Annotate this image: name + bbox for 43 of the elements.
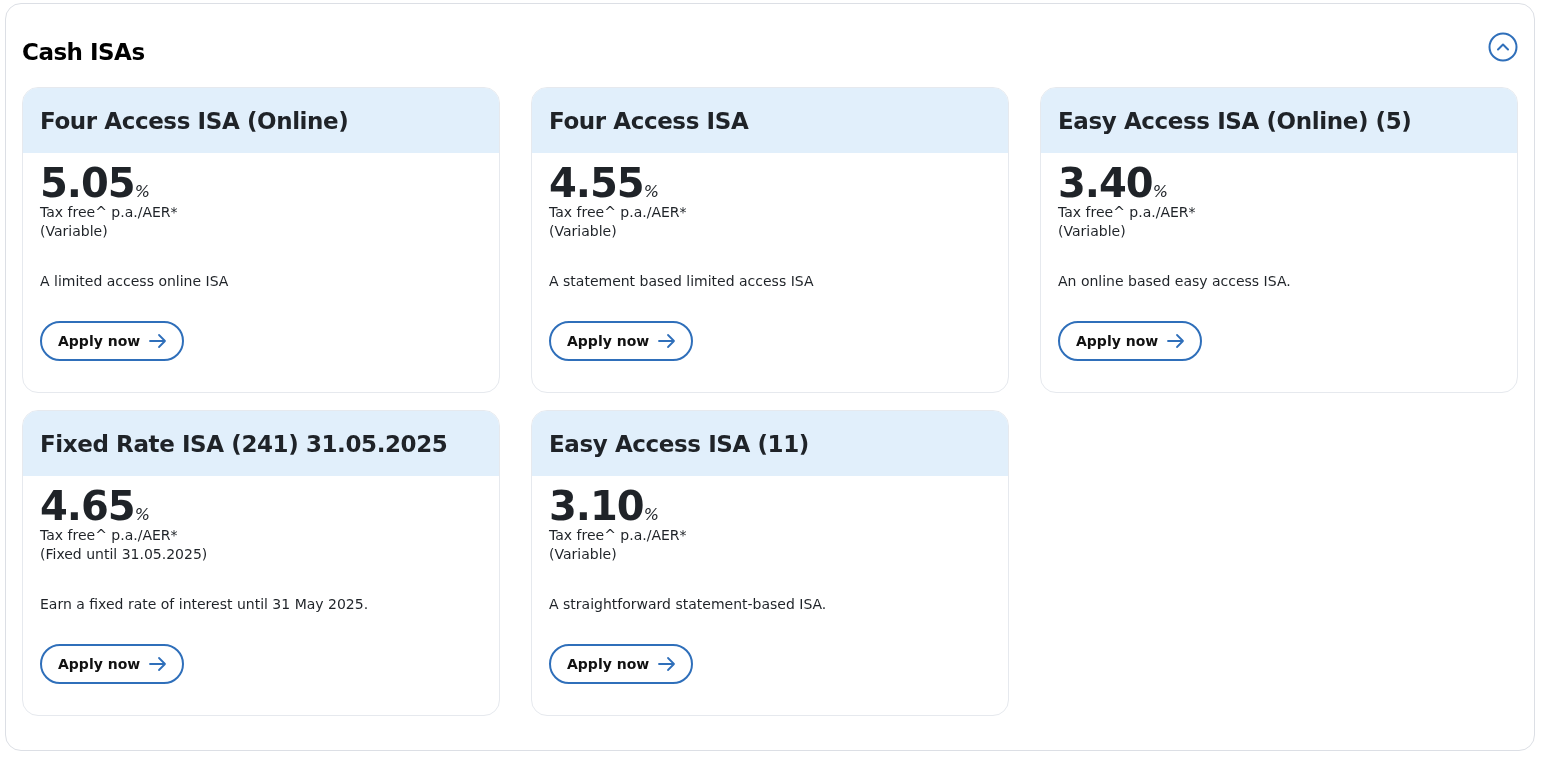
arrow-right-icon	[658, 333, 677, 349]
product-name: Easy Access ISA (Online) (5)	[1058, 107, 1412, 134]
percent-sign: %	[643, 184, 659, 200]
apply-button[interactable]: Apply now	[549, 321, 694, 361]
product-name: Four Access ISA	[549, 107, 749, 134]
product-description: A straightforward statement-based ISA.	[549, 596, 828, 612]
percent-sign: %	[134, 184, 150, 200]
percent-sign: %	[1152, 184, 1168, 200]
rate-type: (Variable)	[1058, 222, 1127, 241]
product-name: Fixed Rate ISA (241) 31.05.2025	[40, 430, 448, 457]
rate-basis: Tax free^ p.a./AER*	[549, 203, 688, 222]
product-description: Earn a fixed rate of interest until 31 May 2025.	[40, 596, 370, 612]
product-description: An online based easy access ISA.	[1058, 273, 1292, 289]
rate-basis: Tax free^ p.a./AER*	[549, 526, 688, 545]
chevron-icon	[1488, 32, 1518, 62]
apply-button[interactable]: Apply now	[40, 644, 185, 684]
arrow-right-icon	[658, 656, 677, 672]
rate-type: (Variable)	[549, 222, 618, 241]
apply-button[interactable]: Apply now	[1058, 321, 1203, 361]
rate-type: (Variable)	[40, 222, 109, 241]
product-name: Four Access ISA (Online)	[40, 107, 349, 134]
percent-sign: %	[643, 507, 659, 523]
arrow-right-icon	[149, 333, 168, 349]
interest-rate: 3.10	[549, 486, 644, 526]
apply-button[interactable]: Apply now	[40, 321, 185, 361]
product-description: A limited access online ISA	[40, 273, 230, 289]
apply-button[interactable]: Apply now	[549, 644, 694, 684]
product-name: Easy Access ISA (11)	[549, 430, 809, 457]
collapse-button[interactable]	[1488, 32, 1518, 62]
rate-basis: Tax free^ p.a./AER*	[1058, 203, 1197, 222]
arrow-right-icon	[1167, 333, 1186, 349]
section-title: Cash ISAs	[22, 39, 145, 65]
percent-sign: %	[134, 507, 150, 523]
product-description: A statement based limited access ISA	[549, 273, 815, 289]
interest-rate: 4.65	[40, 486, 135, 526]
rate-basis: Tax free^ p.a./AER*	[40, 526, 179, 545]
rate-type: (Fixed until 31.05.2025)	[40, 545, 209, 564]
interest-rate: 5.05	[40, 163, 135, 203]
arrow-right-icon	[149, 656, 168, 672]
rate-basis: Tax free^ p.a./AER*	[40, 203, 179, 222]
interest-rate: 3.40	[1058, 163, 1153, 203]
interest-rate: 4.55	[549, 163, 644, 203]
rate-type: (Variable)	[549, 545, 618, 564]
